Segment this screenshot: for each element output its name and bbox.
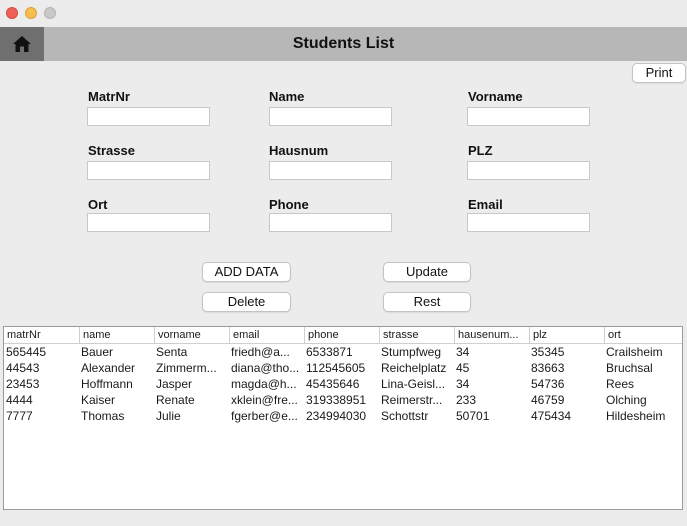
column-header-hausenum[interactable]: hausenum... [455,327,530,344]
table-cell: 50701 [456,409,490,423]
column-header-strasse[interactable]: strasse [380,327,455,344]
email-label: Email [468,197,503,212]
delete-button[interactable]: Delete [202,292,291,312]
table-cell: 45435646 [306,377,360,391]
window-maximize-button[interactable] [44,7,56,19]
window-minimize-button[interactable] [25,7,37,19]
table-cell: Rees [606,377,635,391]
table-cell: 475434 [531,409,572,423]
table-row[interactable]: 7777 Thomas Julie fgerber@e... 234994030… [4,408,682,424]
table-cell: 7777 [6,409,33,423]
table-cell: Olching [606,393,647,407]
home-icon [13,36,31,52]
table-cell: 34 [456,377,470,391]
column-header-name[interactable]: name [80,327,155,344]
column-header-email[interactable]: email [230,327,305,344]
email-field[interactable] [467,213,590,232]
column-header-phone[interactable]: phone [305,327,380,344]
table-cell: fgerber@e... [231,409,298,423]
table-cell: 44543 [6,361,40,375]
table-cell: xklein@fre... [231,393,298,407]
table-cell: Crailsheim [606,345,663,359]
table-cell: 46759 [531,393,565,407]
table-cell: magda@h... [231,377,297,391]
table-cell: 83663 [531,361,565,375]
column-header-ort[interactable]: ort [605,327,682,344]
table-header: matrNr name vorname email phone strasse … [4,327,682,344]
table-cell: Hildesheim [606,409,666,423]
table-cell: 23453 [6,377,40,391]
table-cell: 319338951 [306,393,367,407]
matrnr-field[interactable] [87,107,210,126]
table-cell: 35345 [531,345,565,359]
table-row[interactable]: 44543 Alexander Zimmerm... diana@tho... … [4,360,682,376]
table-cell: Reichelplatz [381,361,447,375]
table-cell: 565445 [6,345,47,359]
table-cell: Reimerstr... [381,393,443,407]
vorname-field[interactable] [467,107,590,126]
strasse-field[interactable] [87,161,210,180]
column-header-plz[interactable]: plz [530,327,605,344]
table-cell: 112545605 [306,361,366,375]
table-cell: Senta [156,345,188,359]
table-cell: 34 [456,345,470,359]
hausnum-label: Hausnum [269,143,329,158]
plz-field[interactable] [467,161,590,180]
table-cell: 4444 [6,393,33,407]
table-cell: Zimmerm... [156,361,217,375]
name-label: Name [269,89,305,104]
table-cell: Schottstr [381,409,429,423]
page-title: Students List [292,35,395,52]
window-titlebar [0,0,687,26]
table-cell: Jasper [156,377,193,391]
ort-field[interactable] [87,213,210,232]
table-row[interactable]: 23453 Hoffmann Jasper magda@h... 4543564… [4,376,682,392]
matrnr-label: MatrNr [88,89,130,104]
home-button[interactable] [0,27,44,61]
table-cell: friedh@a... [231,345,290,359]
table-cell: diana@tho... [231,361,300,375]
table-cell: Bruchsal [606,361,653,375]
window-close-button[interactable] [6,7,18,19]
table-cell: Renate [156,393,195,407]
students-table[interactable]: matrNr name vorname email phone strasse … [3,326,683,510]
hausnum-field[interactable] [269,161,392,180]
table-cell: Stumpfweg [381,345,442,359]
column-header-matrnr[interactable]: matrNr [4,327,80,344]
update-button[interactable]: Update [383,262,471,282]
add-data-button[interactable]: ADD DATA [202,262,291,282]
header-bar: Students List [0,27,687,61]
table-row[interactable]: 4444 Kaiser Renate xklein@fre... 3193389… [4,392,682,408]
table-cell: Julie [156,409,181,423]
name-field[interactable] [269,107,392,126]
phone-field[interactable] [269,213,392,232]
table-cell: Alexander [81,361,136,375]
reset-button[interactable]: Rest [383,292,471,312]
column-header-vorname[interactable]: vorname [155,327,230,344]
table-cell: Kaiser [81,393,116,407]
ort-label: Ort [88,197,108,212]
print-button[interactable]: Print [632,63,686,83]
table-cell: 234994030 [306,409,367,423]
plz-label: PLZ [468,143,493,158]
table-cell: Thomas [81,409,125,423]
table-cell: 6533871 [306,345,353,359]
strasse-label: Strasse [88,143,135,158]
table-cell: Bauer [81,345,114,359]
table-cell: Lina-Geisl... [381,377,446,391]
table-row[interactable]: 565445 Bauer Senta friedh@a... 6533871 S… [4,344,682,360]
table-cell: 45 [456,361,470,375]
table-cell: 54736 [531,377,565,391]
phone-label: Phone [269,197,309,212]
table-cell: 233 [456,393,477,407]
table-cell: Hoffmann [81,377,133,391]
vorname-label: Vorname [468,89,523,104]
